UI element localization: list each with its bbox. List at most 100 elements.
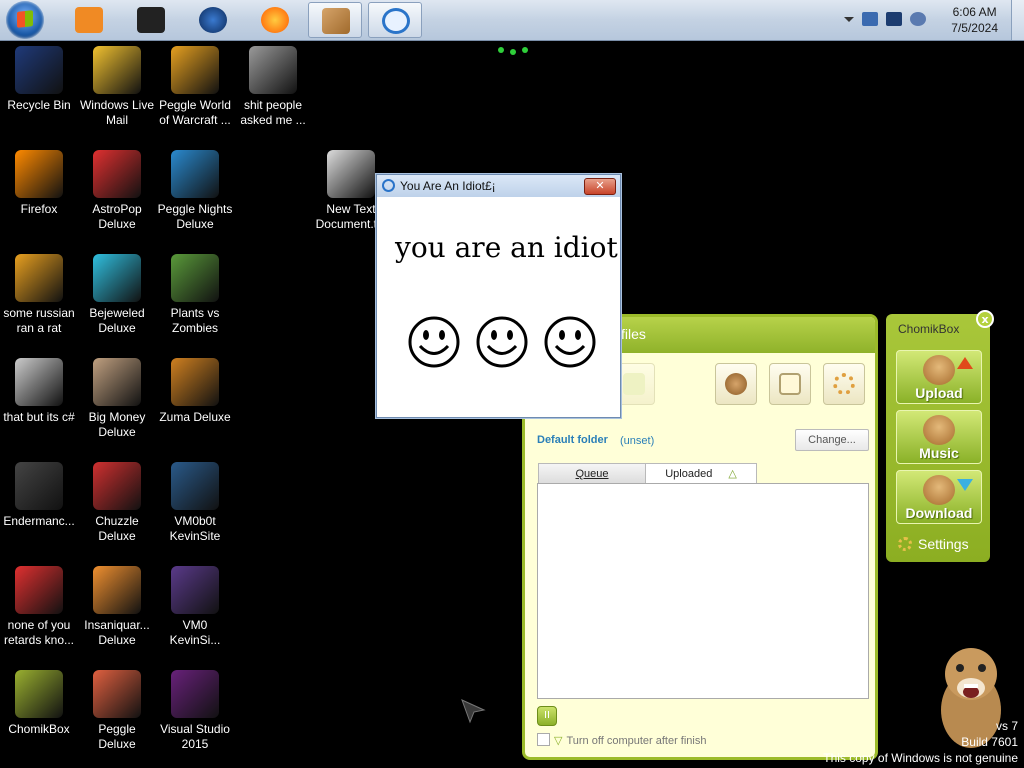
desktop-icon[interactable]: Visual Studio 2015 (156, 670, 234, 752)
show-hidden-icons-chevron-icon[interactable] (844, 17, 854, 22)
idiot-window[interactable]: You Are An Idiot£¡ ✕ you are an idiot (376, 174, 621, 418)
pause-button[interactable]: II (537, 706, 557, 726)
media-player-icon (75, 7, 103, 33)
recycle-bin-icon (15, 46, 63, 94)
desktop-icon[interactable]: Windows Live Mail (78, 46, 156, 128)
desktop-icon-label: Recycle Bin (7, 98, 71, 112)
music-label: Music (919, 445, 959, 461)
taskbar-chomikbox[interactable] (308, 2, 362, 38)
desktop-icon-label: that but its c# (3, 410, 75, 424)
windows-watermark: vs 7 Build 7601 This copy of Windows is … (823, 718, 1018, 766)
desktop-icon[interactable]: Plants vs Zombies (156, 254, 234, 336)
peggle-wow-icon (171, 46, 219, 94)
green-indicator-icon (498, 47, 528, 55)
taskbar-firefox[interactable] (248, 2, 302, 38)
desktop-icon[interactable]: Big Money Deluxe (78, 358, 156, 440)
peggle-nights-icon (171, 150, 219, 198)
red-app-icon (15, 566, 63, 614)
desktop-icon-label: Peggle World of Warcraft ... (159, 98, 231, 127)
globe-icon (199, 7, 227, 33)
plants-vs-zombies-icon (171, 254, 219, 302)
triangle-down-icon: ▽ (554, 735, 563, 747)
shutdown-checkbox[interactable] (537, 733, 550, 746)
tab-uploaded-label: Uploaded (665, 468, 713, 480)
desktop-icon[interactable]: Firefox (0, 150, 78, 217)
desktop-icon-label: Insaniquar... Deluxe (84, 618, 150, 647)
desktop-icon[interactable]: Bejeweled Deluxe (78, 254, 156, 336)
desktop-icon[interactable]: Endermanc... (0, 462, 78, 529)
internet-explorer-icon (382, 8, 410, 34)
chomik-account-button[interactable] (715, 363, 757, 405)
bejeweled-icon (93, 254, 141, 302)
start-button[interactable] (6, 1, 44, 39)
taskbar-media-player[interactable] (62, 2, 116, 38)
desktop-icon-label: Endermanc... (3, 514, 75, 528)
display-icon[interactable] (886, 12, 902, 26)
smiley-row (407, 315, 597, 369)
paste-button[interactable] (769, 363, 811, 405)
network-icon[interactable] (862, 12, 878, 26)
taskbar-globe[interactable] (186, 2, 240, 38)
desktop-icon[interactable]: VM0b0t KevinSite (156, 462, 234, 544)
desktop-icon-label: VM0b0t KevinSite (169, 514, 221, 543)
internet-explorer-icon (382, 179, 395, 192)
text-document-icon (327, 150, 375, 198)
smiley-face-icon (408, 316, 460, 368)
hamster-upload-icon (923, 355, 955, 385)
desktop-icon[interactable]: Peggle Nights Deluxe (156, 150, 234, 232)
endermanch-icon (15, 462, 63, 510)
desktop-icon-label: VM0 KevinSi... (169, 618, 221, 647)
desktop-icon[interactable]: Recycle Bin (0, 46, 78, 113)
desktop-icon[interactable]: shit people asked me ... (234, 46, 312, 128)
uploaded-list[interactable] (537, 483, 869, 699)
change-folder-button[interactable]: Change... (795, 429, 869, 451)
desktop-icon[interactable]: Peggle Deluxe (78, 670, 156, 752)
side-panel-close-button[interactable]: x (976, 310, 994, 328)
show-desktop-button[interactable] (1011, 0, 1024, 40)
download-label: Download (905, 505, 973, 521)
options-button[interactable] (823, 363, 865, 405)
upload-label: Upload (915, 385, 963, 401)
volume-icon[interactable] (910, 12, 926, 26)
settings-link[interactable]: Settings (898, 536, 969, 552)
smiley-face-icon (544, 316, 596, 368)
chomikbox-icon (15, 670, 63, 718)
gear-icon (833, 373, 855, 395)
tab-queue-label: Queue (575, 468, 609, 480)
arrow-up-icon (957, 357, 973, 369)
tab-queue[interactable]: Queue (538, 463, 646, 483)
desktop-icon[interactable]: that but its c# (0, 358, 78, 425)
chuzzle-icon (93, 462, 141, 510)
add-icon (623, 373, 645, 395)
clock[interactable]: 6:06 AM 7/5/2024 (951, 4, 998, 36)
desktop-icon[interactable]: Peggle World of Warcraft ... (156, 46, 234, 128)
upload-button[interactable]: Upload (896, 350, 982, 404)
desktop-icon[interactable]: Chuzzle Deluxe (78, 462, 156, 544)
mouse-cursor-icon (461, 699, 486, 724)
desktop-icon[interactable]: AstroPop Deluxe (78, 150, 156, 232)
desktop-icon[interactable]: Insaniquar... Deluxe (78, 566, 156, 648)
taskbar-black-app[interactable] (124, 2, 178, 38)
watermark-line-2: Build 7601 (961, 735, 1018, 749)
taskbar: 6:06 AM 7/5/2024 (0, 0, 1024, 41)
taskbar-internet-explorer[interactable] (368, 2, 422, 38)
idiot-window-title: You Are An Idiot£¡ (400, 179, 496, 193)
desktop-icon[interactable]: Zuma Deluxe (156, 358, 234, 425)
peggle-deluxe-icon (93, 670, 141, 718)
desktop-icon-label: Plants vs Zombies (170, 306, 220, 335)
download-button[interactable]: Download (896, 470, 982, 524)
desktop-icon[interactable]: VM0 KevinSi... (156, 566, 234, 648)
hamster-headphones-icon (923, 415, 955, 445)
shutdown-option[interactable]: ▽ Turn off computer after finish (537, 733, 706, 747)
tab-uploaded[interactable]: Uploaded △ (645, 463, 757, 484)
default-folder-label: Default folder (537, 434, 608, 446)
desktop-icon[interactable]: some russian ran a rat (0, 254, 78, 336)
chomikbox-header-title: files (621, 326, 646, 342)
desktop-icon[interactable]: none of you retards kno... (0, 566, 78, 648)
close-button[interactable]: ✕ (584, 178, 616, 195)
music-button[interactable]: Music (896, 410, 982, 464)
desktop-icon[interactable]: ChomikBox (0, 670, 78, 737)
idiot-window-titlebar[interactable]: You Are An Idiot£¡ ✕ (377, 175, 620, 197)
desktop-icon-label: Big Money Deluxe (88, 410, 146, 439)
chomikbox-taskbar-icon (322, 8, 350, 34)
